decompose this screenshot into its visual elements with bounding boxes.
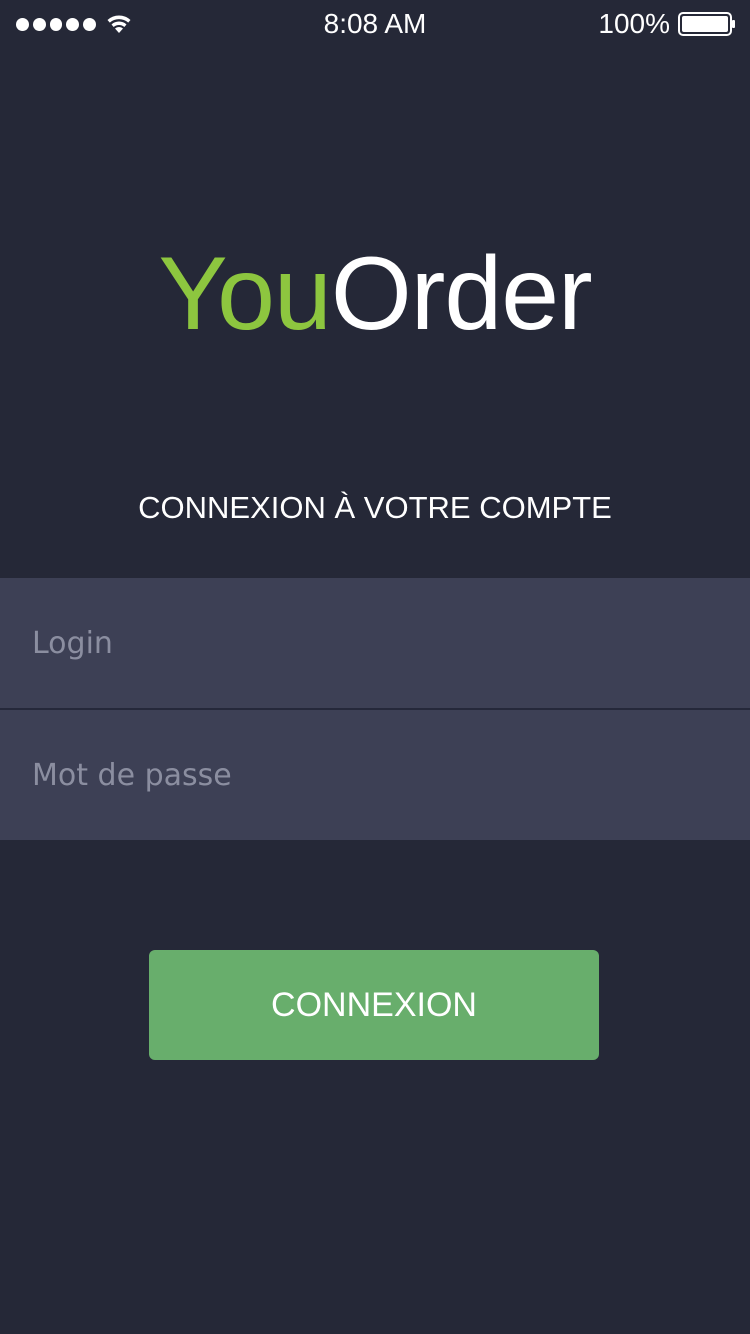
logo-part-you: You xyxy=(158,236,331,352)
logo-part-order: Order xyxy=(330,236,593,352)
status-bar: 8:08 AM 100% xyxy=(0,0,750,48)
app-logo: YouOrder xyxy=(0,232,750,356)
battery-icon xyxy=(678,12,735,36)
login-button[interactable]: CONNEXION xyxy=(149,950,599,1060)
battery-percentage: 100% xyxy=(598,8,670,39)
login-input[interactable] xyxy=(0,578,750,708)
password-input[interactable] xyxy=(0,710,750,840)
page-title: CONNEXION À VOTRE COMPTE xyxy=(138,490,612,525)
